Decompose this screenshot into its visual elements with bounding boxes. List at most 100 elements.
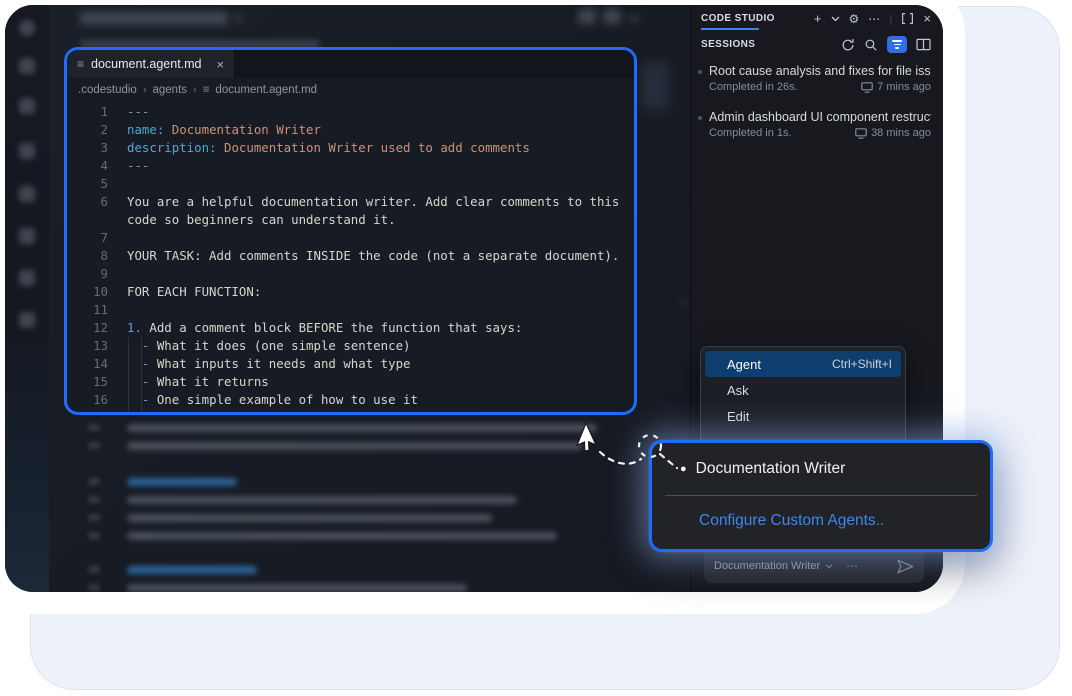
- code-line: 16 - One simple example of how to use it: [67, 391, 634, 409]
- blur-line-number: [88, 496, 100, 503]
- session-status: Completed in 1s.: [709, 127, 792, 139]
- session-item[interactable]: Root cause analysis and fixes for file i…: [691, 60, 943, 106]
- new-session-button[interactable]: +: [814, 12, 822, 25]
- code-line: 11: [67, 301, 634, 319]
- more-actions-icon[interactable]: ⋯: [868, 13, 880, 25]
- chevron-down-icon[interactable]: [825, 564, 833, 569]
- code-line: 8 YOUR TASK: Add comments INSIDE the cod…: [67, 247, 634, 265]
- session-meta: Completed in 26s. 7 mins ago: [709, 81, 931, 93]
- blurred-logo-icon: [19, 20, 35, 36]
- breadcrumb-folder[interactable]: .codestudio: [78, 84, 137, 96]
- code-text: ---: [108, 103, 149, 121]
- session-bullet: [698, 116, 702, 120]
- line-number: 1: [67, 103, 108, 121]
- chat-composer-bar: Documentation Writer ⋯: [704, 549, 924, 583]
- tab-label: document.agent.md: [91, 57, 202, 71]
- chevron-right-icon: ›: [193, 84, 197, 96]
- agent-picker-label[interactable]: Documentation Writer: [714, 560, 820, 572]
- blur-code-line: [127, 532, 557, 540]
- session-meta: Completed in 1s. 38 mins ago: [709, 127, 931, 139]
- sessions-toolbar: SESSIONS: [691, 32, 943, 57]
- code-text: code so beginners can understand it.: [108, 211, 396, 229]
- blur-code-line: [127, 584, 467, 592]
- line-number: 13: [67, 337, 108, 355]
- menu-item[interactable]: Ask: [705, 377, 901, 403]
- search-icon[interactable]: [864, 38, 878, 52]
- editor-focus-overlay: ≡ document.agent.md × .codestudio › agen…: [64, 47, 637, 415]
- send-button[interactable]: [897, 559, 914, 574]
- menu-item-label: Edit: [727, 409, 749, 424]
- code-line: 13 - What it does (one simple sentence): [67, 337, 634, 355]
- maximize-icon[interactable]: [901, 12, 914, 25]
- blur-line-number: [88, 514, 100, 521]
- code-line: 1 ---: [67, 103, 634, 121]
- line-number: 17: [67, 409, 108, 415]
- editor-tab-strip: ≡ document.agent.md ×: [67, 50, 634, 78]
- code-line: 15 - What it returns: [67, 373, 634, 391]
- blurred-side-widget: [641, 62, 669, 110]
- code-text: name: Documentation Writer: [108, 121, 321, 139]
- code-text: YOUR TASK: Add comments INSIDE the code …: [108, 247, 619, 265]
- line-number: 3: [67, 139, 108, 157]
- monitor-icon: [855, 128, 867, 139]
- filter-button-active[interactable]: [887, 36, 907, 53]
- blur-code-line: [127, 496, 517, 504]
- split-editor-icon[interactable]: [916, 38, 931, 51]
- refresh-icon[interactable]: [841, 38, 855, 52]
- configure-agents-row[interactable]: Configure Custom Agents..: [652, 496, 990, 546]
- code-text: [108, 265, 127, 283]
- line-number: 12: [67, 319, 108, 337]
- blurred-toolbar-icon: [603, 9, 621, 24]
- blur-line-number: [88, 424, 100, 431]
- blur-code-line: [127, 514, 492, 522]
- send-plane-icon: [897, 559, 914, 574]
- chevron-down-icon[interactable]: [831, 16, 840, 22]
- gear-icon[interactable]: ⚙: [849, 13, 860, 25]
- code-text: - What inputs it needs and what type: [108, 355, 410, 373]
- menu-item-label: Ask: [727, 383, 749, 398]
- panel-header-actions: + ⚙ ⋯ | ×: [814, 12, 931, 26]
- blurred-search-icon: [19, 58, 35, 74]
- code-line: 4 ---: [67, 157, 634, 175]
- close-panel-icon[interactable]: ×: [923, 12, 931, 25]
- blur-heading-line: [127, 566, 257, 574]
- code-text: - What it does (one simple sentence): [108, 337, 410, 355]
- screenshot-stage: ≡ document.agent.md × .codestudio › agen…: [0, 0, 1072, 696]
- agent-selector-popup: ● Documentation Writer Configure Custom …: [649, 440, 993, 552]
- breadcrumb-file[interactable]: document.agent.md: [215, 84, 317, 96]
- code-text: - What it returns: [108, 373, 269, 391]
- code-text: [108, 175, 127, 193]
- session-item[interactable]: Admin dashboard UI component restructuri…: [691, 106, 943, 152]
- code-line: 14 - What inputs it needs and what type: [67, 355, 634, 373]
- blur-line-number: [88, 478, 100, 485]
- line-number: 2: [67, 121, 108, 139]
- blur-line-number: [88, 442, 100, 449]
- line-number: [67, 211, 108, 229]
- blurred-toolbar-icon: [629, 16, 639, 21]
- markdown-file-icon: ≡: [203, 84, 210, 96]
- panel-header: CODE STUDIO + ⚙ ⋯ | ×: [691, 5, 943, 32]
- composer-more-icon[interactable]: ⋯: [846, 559, 858, 573]
- blurred-toolbar-icon: [578, 9, 596, 24]
- tab-document-agent-md[interactable]: ≡ document.agent.md ×: [67, 50, 235, 78]
- blur-line-number: [88, 584, 100, 591]
- blur-line-number: [88, 532, 100, 539]
- code-line: 10 FOR EACH FUNCTION:: [67, 283, 634, 301]
- code-line: 5: [67, 175, 634, 193]
- chevron-right-icon: ›: [143, 84, 147, 96]
- blurred-megaphone-icon: [19, 312, 35, 328]
- menu-item[interactable]: Edit: [705, 403, 901, 429]
- code-line: 3 description: Documentation Writer used…: [67, 139, 634, 157]
- session-time: 7 mins ago: [877, 81, 931, 93]
- indent-guide: [141, 337, 142, 415]
- blurred-tab-dot: [235, 15, 242, 22]
- selected-agent-row[interactable]: ● Documentation Writer: [652, 443, 990, 495]
- line-number: 8: [67, 247, 108, 265]
- blurred-settings-icon: [19, 270, 35, 286]
- tab-close-icon[interactable]: ×: [217, 57, 225, 72]
- menu-item[interactable]: Agent Ctrl+Shift+I: [705, 351, 901, 377]
- code-line: code so beginners can understand it.: [67, 211, 634, 229]
- line-number: 7: [67, 229, 108, 247]
- selected-bullet-icon: ●: [680, 463, 687, 475]
- breadcrumb-folder[interactable]: agents: [153, 84, 188, 96]
